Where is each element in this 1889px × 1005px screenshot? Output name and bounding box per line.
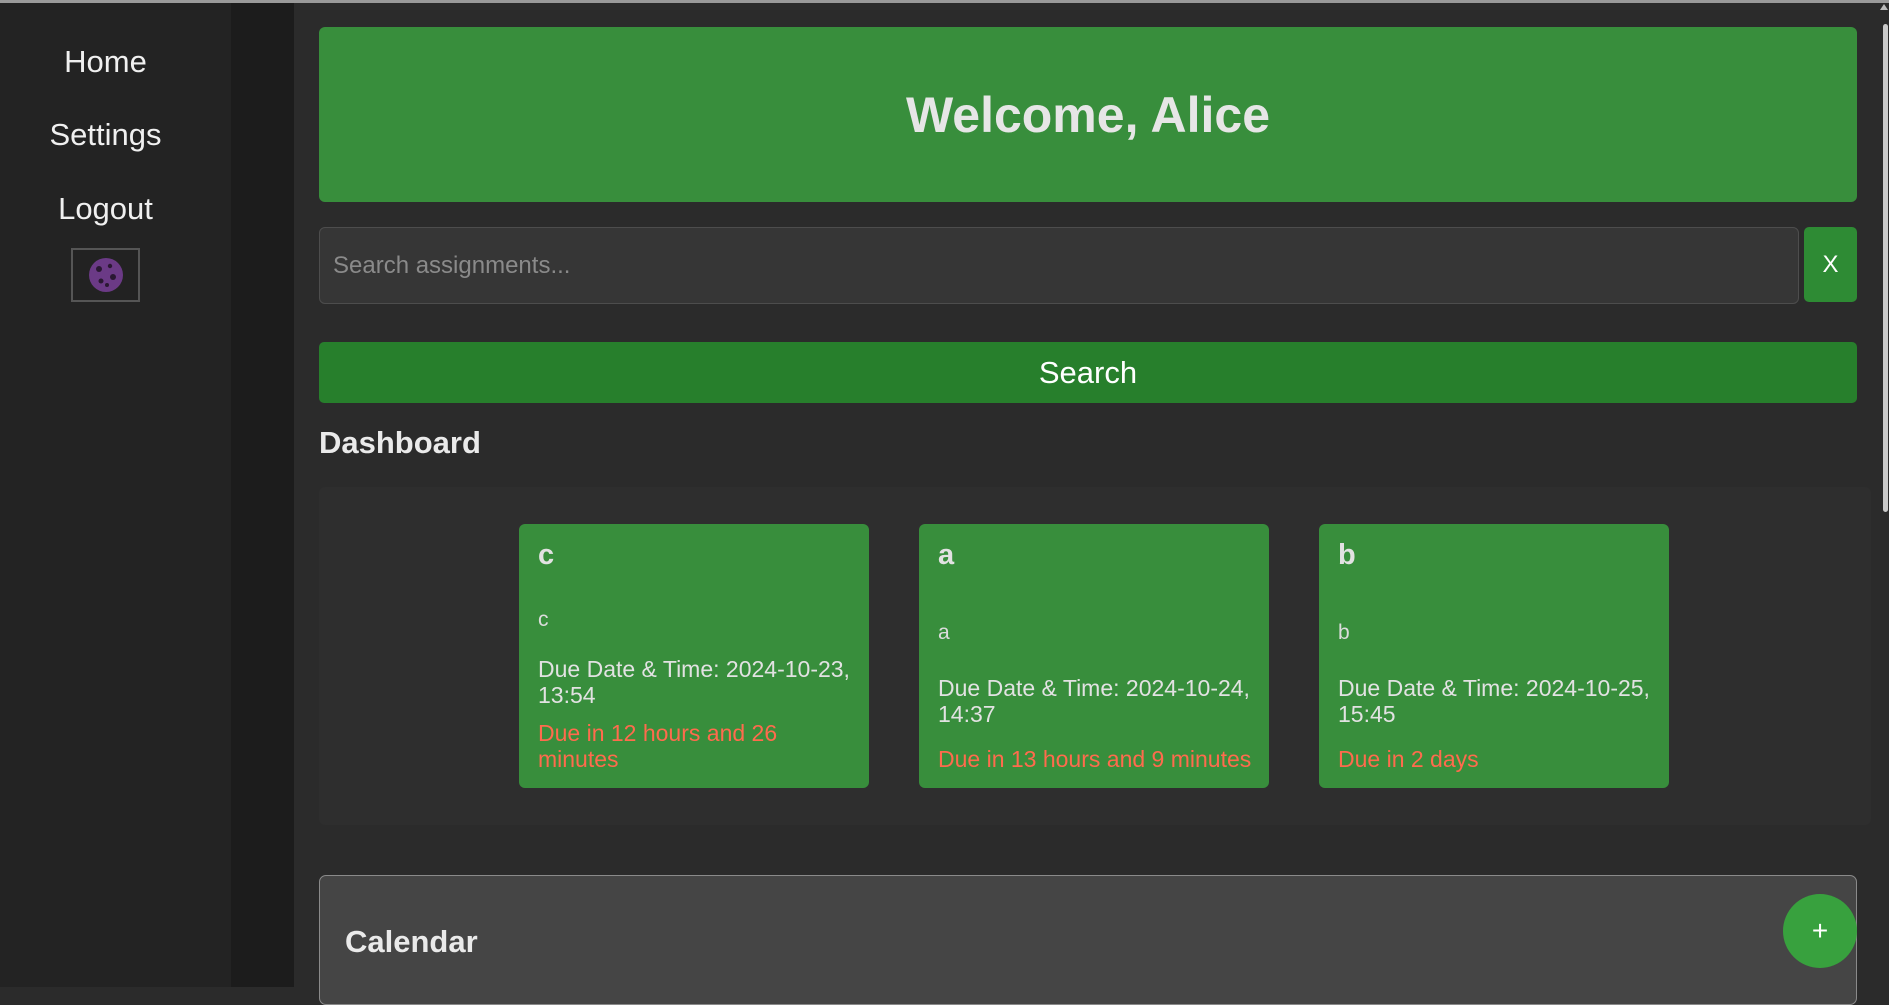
card-description: c [538, 608, 549, 631]
card-time-remaining: Due in 12 hours and 26 minutes [538, 720, 778, 772]
nav-logout[interactable]: Logout [0, 191, 211, 227]
clear-search-button[interactable]: X [1804, 227, 1857, 302]
sidebar-gutter [231, 3, 294, 987]
card-time-remaining: Due in 2 days [1338, 746, 1479, 772]
card-due-date: Due Date & Time: 2024-10-25, 15:45 [1338, 675, 1650, 727]
assignment-card[interactable]: c c Due Date & Time: 2024-10-23, 13:54 D… [519, 524, 869, 788]
card-description: a [938, 621, 950, 644]
card-title: c [538, 539, 555, 571]
card-description: b [1338, 621, 1350, 644]
card-title: b [1338, 539, 1356, 571]
cookie-icon [88, 258, 123, 292]
search-input[interactable] [319, 227, 1799, 304]
card-title: a [938, 539, 955, 571]
dashboard-title: Dashboard [319, 425, 481, 460]
welcome-banner: Welcome, Alice [319, 27, 1857, 202]
card-due-date: Due Date & Time: 2024-10-23, 13:54 [538, 656, 850, 708]
scroll-up-arrow[interactable] [1880, 4, 1888, 10]
nav-settings[interactable]: Settings [0, 117, 211, 153]
assignment-card[interactable]: a a Due Date & Time: 2024-10-24, 14:37 D… [919, 524, 1269, 788]
assignment-card[interactable]: b b Due Date & Time: 2024-10-25, 15:45 D… [1319, 524, 1669, 788]
add-assignment-button[interactable]: + [1783, 894, 1857, 968]
card-time-remaining: Due in 13 hours and 9 minutes [938, 746, 1252, 772]
calendar-panel: Calendar [319, 875, 1857, 1005]
search-button[interactable]: Search [319, 342, 1857, 403]
nav-home[interactable]: Home [0, 44, 211, 80]
calendar-title: Calendar [345, 924, 478, 959]
theme-toggle-button[interactable] [71, 248, 140, 302]
scrollbar-thumb[interactable] [1883, 24, 1888, 512]
welcome-title: Welcome, Alice [905, 86, 1271, 143]
card-due-date: Due Date & Time: 2024-10-24, 14:37 [938, 675, 1250, 727]
